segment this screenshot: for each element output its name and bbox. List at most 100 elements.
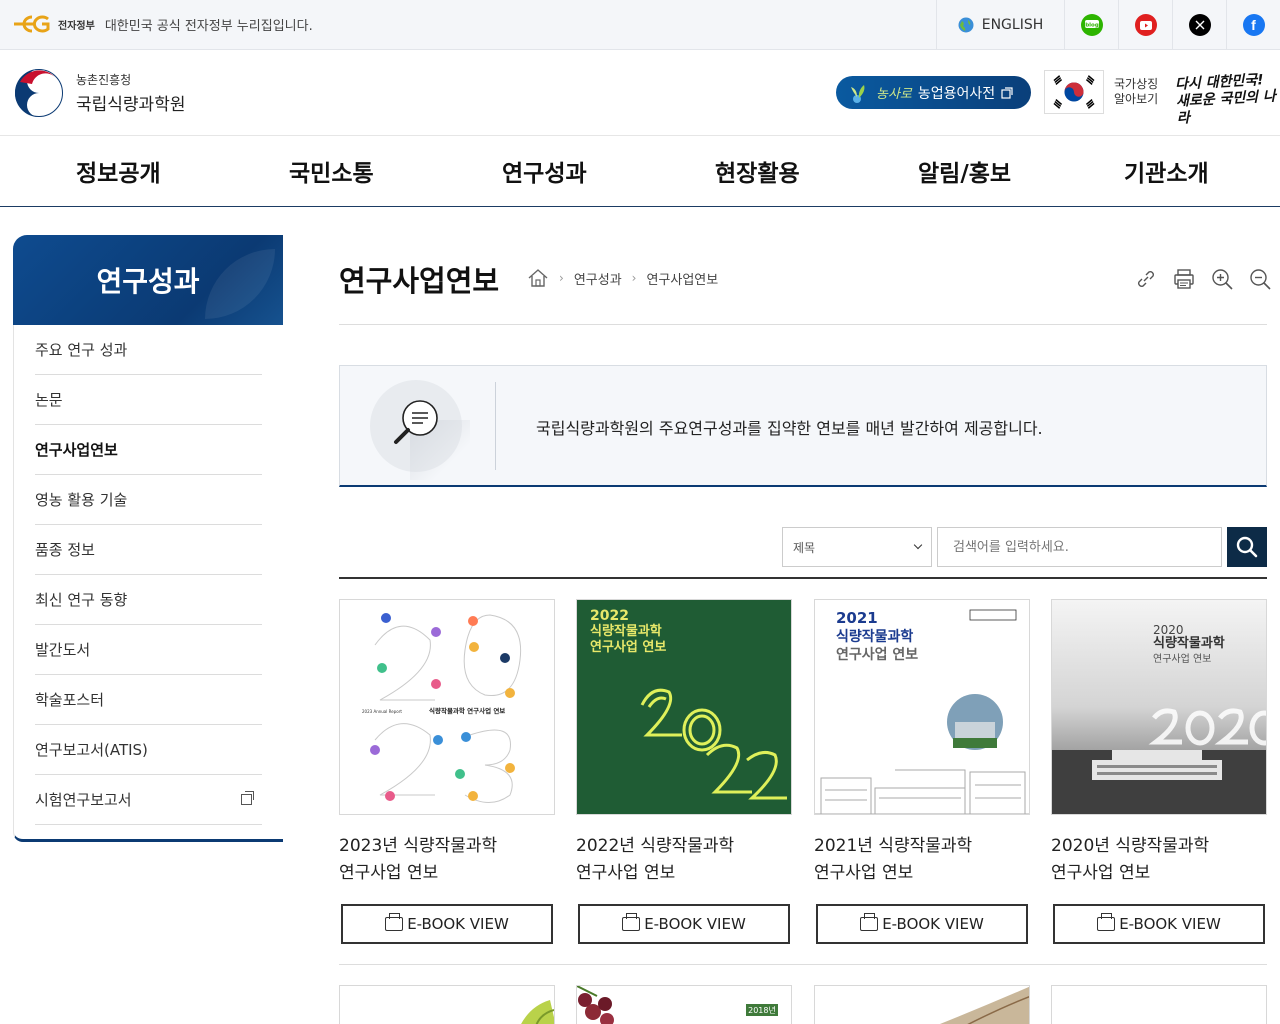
english-label: ENGLISH [981,17,1044,33]
intro-illustration [370,380,470,480]
sidebar-item-atis-reports[interactable]: 연구보고서(ATIS) [35,725,262,775]
gnb-item-communication[interactable]: 국민소통 [289,154,374,188]
org-name: 국립식량과학원 [76,95,186,115]
ebook-icon [622,913,641,931]
national-symbols-link[interactable]: 국가상징 알아보기 [1044,70,1164,114]
gnb-item-info-disclosure[interactable]: 정보공개 [76,154,161,188]
title-divider [339,324,1267,325]
book-cover-2023[interactable]: 2023 Annual Report 식량작물과학 연구사업 연보 [339,599,555,815]
ebook-view-button[interactable]: E-BOOK VIEW [578,904,790,944]
book-cover-2022[interactable]: 2022 식량작물과학 연구사업 연보 [576,599,792,815]
book-cover-partial[interactable] [1051,985,1267,1024]
book-title-line: 2023년 식량작물과학 [339,836,498,856]
facebook-icon: f [1242,14,1265,36]
search-icon [1236,536,1258,558]
dict-label: 농업용어사전 [917,85,996,102]
book-cover-2021[interactable]: 2021 식량작물과학 연구사업 연보 [814,599,1030,815]
sidebar-item-label: 시험연구보고서 [35,791,132,809]
site-header: 농촌진흥청 국립식량과학원 농사로 농업용어사전 국가상징 알아보기 다시 대한… [0,50,1280,136]
sidebar-item-label: 최신 연구 동향 [35,591,128,609]
zoom-out-icon[interactable] [1248,267,1272,291]
list-top-divider [339,577,1267,579]
book-card: 2020 식량작물과학 연구사업 연보 2020년 식량작물과학 연구사업 연보 [1051,599,1267,944]
sidebar-item-farming-tech[interactable]: 영농 활용 기술 [35,475,262,525]
cover-2020-graphic [1052,708,1266,814]
ebook-view-button[interactable]: E-BOOK VIEW [1053,904,1265,944]
sidebar-item-label: 발간도서 [35,641,91,659]
sidebar-item-label: 품종 정보 [35,541,95,559]
zoom-in-icon[interactable] [1210,267,1234,291]
ebook-view-label: E-BOOK VIEW [1119,915,1221,933]
book-cover-partial[interactable] [339,985,555,1024]
ebook-icon [1097,913,1116,931]
chevron-down-icon [913,540,923,550]
breadcrumb-item-current[interactable]: 연구사업연보 [646,269,718,288]
egov-logo: 전자정부 대한민국 공식 전자정부 누리집입니다. [12,13,313,35]
external-link-icon [1001,86,1013,99]
youtube-link[interactable] [1118,0,1172,50]
search-button[interactable] [1227,527,1267,567]
cover-partial-graphic [939,986,1029,1024]
home-icon[interactable] [527,268,549,288]
ebook-icon [385,913,404,931]
sidebar-item-trial-reports[interactable]: 시험연구보고서 [35,775,262,825]
gnb-item-about[interactable]: 기관소개 [1124,154,1209,188]
sidebar-menu: 주요 연구 성과 논문 연구사업연보 영농 활용 기술 품종 정보 최신 연구 … [13,325,283,842]
gnb-item-field-use[interactable]: 현장활용 [715,154,800,188]
ebook-view-label: E-BOOK VIEW [882,915,984,933]
book-cover-partial[interactable] [814,985,1030,1024]
book-title-line: 연구사업 연보 [576,863,676,883]
agri-dictionary-button[interactable]: 농사로 농업용어사전 [836,76,1031,109]
x-icon [1188,14,1211,36]
breadcrumb-item[interactable]: 연구성과 [574,269,622,288]
print-icon[interactable] [1172,267,1196,291]
ebook-view-label: E-BOOK VIEW [644,915,746,933]
sidebar-item-label: 논문 [35,391,63,409]
book-cover-2020[interactable]: 2020 식량작물과학 연구사업 연보 [1051,599,1267,815]
gov-emblem-icon [15,69,63,117]
book-title-line: 연구사업 연보 [1051,863,1151,883]
sidebar-item-publications[interactable]: 발간도서 [35,625,262,675]
cover-2022-graphic [640,688,787,800]
sidebar-item-posters[interactable]: 학술포스터 [35,675,262,725]
cover-caption: 식량작물과학 연구사업 연보 [429,706,505,715]
x-link[interactable] [1172,0,1226,50]
sidebar-item-label: 연구사업연보 [35,441,118,459]
sidebar-item-label: 영농 활용 기술 [35,491,128,509]
official-notice: 대한민국 공식 전자정부 누리집입니다. [104,18,313,34]
dict-brand: 농사로 [876,87,912,102]
breadcrumb: › 연구성과 › 연구사업연보 [527,268,718,288]
org-top-label: 농촌진흥청 [76,73,132,87]
gov-banner: 전자정부 대한민국 공식 전자정부 누리집입니다. ENGLISH blog f [0,0,1280,50]
sidebar-item-research-trends[interactable]: 최신 연구 동향 [35,575,262,625]
blog-link[interactable]: blog [1064,0,1118,50]
sidebar-title-text: 연구성과 [96,265,200,298]
external-link-icon [241,791,254,805]
sidebar-item-label: 주요 연구 성과 [35,341,128,359]
ebook-view-button[interactable]: E-BOOK VIEW [341,904,553,944]
ebook-view-button[interactable]: E-BOOK VIEW [816,904,1028,944]
facebook-link[interactable]: f [1226,0,1280,50]
intro-message: 국립식량과학원의 주요연구성과를 집약한 연보를 매년 발간하여 제공합니다. [536,419,1043,438]
gnb-item-research[interactable]: 연구성과 [502,154,587,188]
sidebar-item-major-results[interactable]: 주요 연구 성과 [35,325,262,375]
row-divider [339,964,1267,965]
symbols-line2: 알아보기 [1114,92,1159,106]
english-link[interactable]: ENGLISH [936,0,1064,50]
book-title: 2020년 식량작물과학 연구사업 연보 [1051,833,1267,887]
search-input[interactable] [937,527,1222,567]
cover-illustration: 2023 Annual Report 식량작물과학 연구사업 연보 [362,613,522,803]
chevron-right-icon: › [631,271,637,285]
sidebar-item-annual-report[interactable]: 연구사업연보 [35,425,262,475]
book-title: 2022년 식량작물과학 연구사업 연보 [576,833,792,887]
blog-icon: blog [1080,14,1103,36]
symbols-line1: 국가상징 [1114,77,1159,91]
site-logo[interactable]: 농촌진흥청 국립식량과학원 [14,68,185,118]
link-share-icon[interactable] [1134,267,1158,291]
gnb-item-news[interactable]: 알림/홍보 [918,154,1011,188]
sidebar-item-variety-info[interactable]: 품종 정보 [35,525,262,575]
search-field-select[interactable]: 제목 [782,527,932,567]
cover-partial-graphic [521,1000,554,1024]
sidebar-item-papers[interactable]: 논문 [35,375,262,425]
book-cover-partial[interactable]: 2018년 [576,985,792,1024]
